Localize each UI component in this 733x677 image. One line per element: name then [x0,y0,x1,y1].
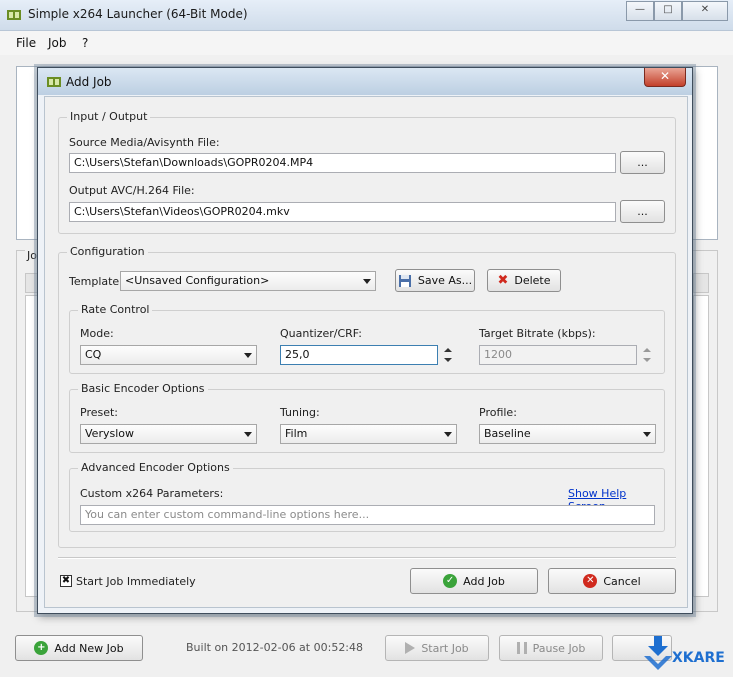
profile-select[interactable]: Baseline [479,424,656,444]
profile-label: Profile: [479,406,517,419]
add-new-job-button[interactable]: + Add New Job [15,635,143,661]
configuration-group: Configuration Template: <Unsaved Configu… [58,245,676,548]
template-select[interactable]: <Unsaved Configuration> [120,271,376,291]
quantizer-label: Quantizer/CRF: [280,327,362,340]
pause-icon [516,642,527,654]
plus-icon: + [34,641,49,655]
dialog-titlebar: Add Job ✕ [38,68,692,95]
profile-value: Baseline [484,427,531,440]
basic-encoder-group: Basic Encoder Options Preset: Veryslow T… [69,382,665,453]
template-label: Template: [69,275,123,288]
watermark-logo: XKARE [644,636,725,670]
output-file-input[interactable]: C:\Users\Stefan\Videos\GOPR0204.mkv [69,202,616,222]
app-icon [7,10,21,20]
dialog-app-icon [47,77,61,87]
chevron-down-icon [363,279,371,284]
build-info: Built on 2012-02-06 at 00:52:48 [186,641,364,654]
basic-encoder-title: Basic Encoder Options [78,382,208,395]
preset-select[interactable]: Veryslow [80,424,257,444]
spin-down-icon [643,358,651,362]
add-job-dialog: Add Job ✕ Input / Output Source Media/Av… [37,67,693,614]
add-job-label: Add Job [463,574,505,588]
configuration-group-title: Configuration [67,245,148,258]
save-as-button[interactable]: Save As... [395,269,475,292]
advanced-encoder-title: Advanced Encoder Options [78,461,233,474]
main-titlebar: Simple x264 Launcher (64-Bit Mode) — □ ✕ [0,0,733,31]
spin-down-icon [444,358,452,362]
input-output-group-title: Input / Output [67,110,151,123]
preset-label: Preset: [80,406,119,419]
custom-params-label: Custom x264 Parameters: [80,487,224,500]
delete-x-icon: ✖ [497,273,509,288]
dialog-close-button[interactable]: ✕ [644,68,686,87]
bitrate-input[interactable]: 1200 [479,345,637,365]
quantizer-spinner[interactable] [440,345,456,365]
start-job-label: Start Job [421,641,469,655]
input-output-group: Input / Output Source Media/Avisynth Fil… [58,110,676,234]
close-icon: ✕ [659,69,671,83]
bitrate-label: Target Bitrate (kbps): [479,327,596,340]
rate-control-title: Rate Control [78,303,153,316]
checkmark-icon: ✖ [61,575,71,586]
mode-value: CQ [85,348,102,361]
start-immediately-label: Start Job Immediately [76,575,196,588]
minimize-button[interactable]: — [626,1,654,21]
delete-label: Delete [514,274,551,287]
cancel-label: Cancel [603,574,641,588]
chevron-down-icon [244,353,252,358]
floppy-disk-icon [398,274,411,287]
main-window-title: Simple x264 Launcher (64-Bit Mode) [28,7,248,21]
maximize-button[interactable]: □ [654,1,682,21]
browse-output-button[interactable]: ... [620,200,665,223]
custom-params-input[interactable]: You can enter custom command-line option… [80,505,655,525]
chevron-down-icon [244,432,252,437]
advanced-encoder-group: Advanced Encoder Options Custom x264 Par… [69,461,665,532]
pause-job-label: Pause Job [532,641,586,655]
dialog-title: Add Job [66,75,112,89]
start-job-button[interactable]: Start Job [385,635,489,661]
cancel-icon: ✕ [583,574,598,588]
bitrate-spinner[interactable] [639,345,655,365]
chevron-down-icon [444,432,452,437]
spin-up-icon [643,348,651,352]
menu-help[interactable]: ? [82,36,88,50]
close-button[interactable]: ✕ [682,1,728,21]
dialog-separator [58,557,676,559]
preset-value: Veryslow [85,427,134,440]
start-immediately-checkbox[interactable]: ✖ [60,575,72,587]
mode-label: Mode: [80,327,114,340]
template-value: <Unsaved Configuration> [125,274,270,287]
menu-file[interactable]: File [16,36,36,50]
save-as-label: Save As... [417,274,473,287]
menu-job[interactable]: Job [48,36,67,50]
minimize-icon: — [635,4,645,15]
browse-source-button[interactable]: ... [620,151,665,174]
job-log-right [693,295,709,597]
tuning-label: Tuning: [280,406,320,419]
mode-select[interactable]: CQ [80,345,257,365]
tuning-select[interactable]: Film [280,424,457,444]
quantizer-input[interactable]: 25,0 [280,345,438,365]
rate-control-group: Rate Control Mode: CQ Quantizer/CRF: 25,… [69,303,665,374]
cancel-button[interactable]: ✕ Cancel [548,568,676,594]
pause-job-button[interactable]: Pause Job [499,635,603,661]
add-job-button[interactable]: ✓ Add Job [410,568,538,594]
chevron-down-icon [643,432,651,437]
maximize-icon: □ [663,4,673,15]
watermark-text: XKARE [672,650,725,666]
add-new-job-label: Add New Job [54,641,124,655]
source-file-input[interactable]: C:\Users\Stefan\Downloads\GOPR0204.MP4 [69,153,616,173]
source-file-label: Source Media/Avisynth File: [69,136,220,149]
job-tab-strip-right [693,273,709,293]
play-icon [405,642,416,654]
delete-template-button[interactable]: ✖ Delete [487,269,561,292]
dialog-body: Input / Output Source Media/Avisynth Fil… [44,96,688,608]
tuning-value: Film [285,427,308,440]
spin-up-icon [444,348,452,352]
menubar: File Job ? [0,31,733,55]
output-file-label: Output AVC/H.264 File: [69,184,195,197]
check-icon: ✓ [443,574,458,588]
close-icon: ✕ [700,4,710,15]
